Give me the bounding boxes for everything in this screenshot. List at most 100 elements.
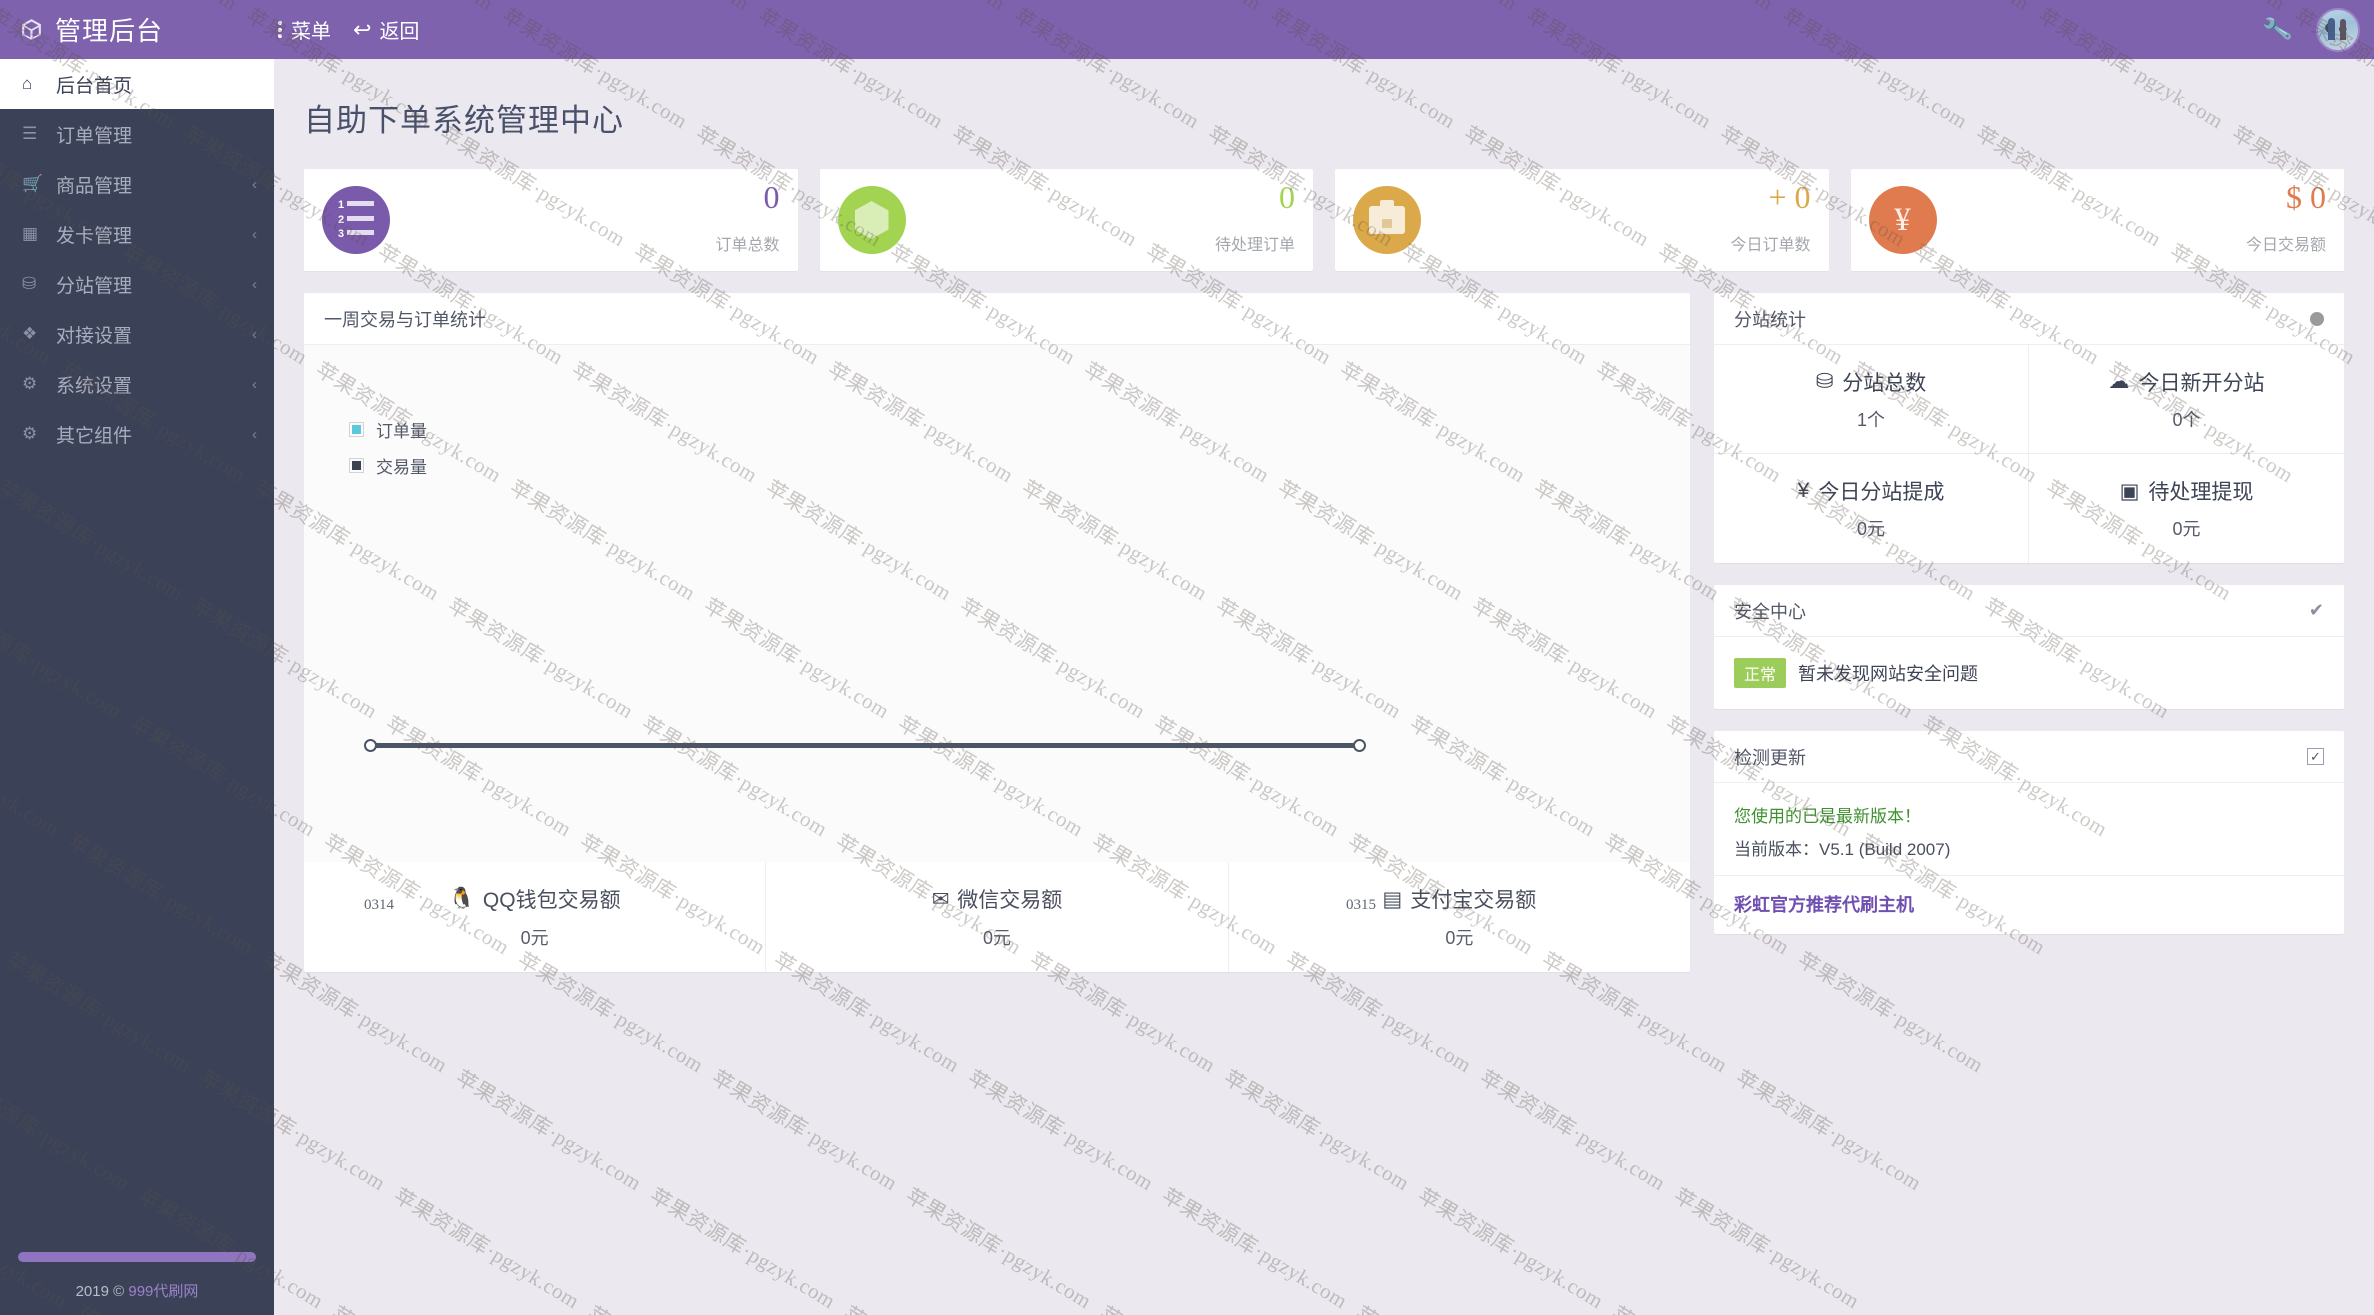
sidebar-item-7[interactable]: ⚙ 其它组件 ‹: [0, 409, 274, 459]
sidebar-item-label: 对接设置: [56, 325, 133, 347]
security-panel-header: 安全中心 ✔: [1714, 585, 2344, 637]
copyright-link[interactable]: 999代刷网: [128, 1283, 198, 1300]
sidebar-item-label: 其它组件: [56, 425, 133, 447]
chart-xtick: 0314: [364, 897, 394, 913]
menu-toggle[interactable]: 菜单: [278, 15, 331, 44]
payment-value: 0元: [1445, 928, 1474, 948]
sidebar-item-0[interactable]: ⌂ 后台首页: [0, 59, 274, 109]
weekly-chart[interactable]: 订单量 交易量 0314 0315: [304, 345, 1690, 913]
briefcase-icon: [1353, 186, 1421, 254]
chart-point[interactable]: [364, 739, 377, 752]
chart-series-line: [370, 743, 1360, 748]
update-status: 您使用的已是最新版本！: [1734, 807, 1921, 826]
page-title: 自助下单系统管理中心: [304, 103, 624, 138]
chart-panel-title: 一周交易与订单统计: [324, 309, 486, 330]
sidebar-item-label: 分站管理: [56, 275, 133, 297]
sidebar-progress-bar: [18, 1252, 256, 1262]
app-logo[interactable]: 管理后台: [0, 0, 274, 59]
substation-panel: 分站统计 ⛁ 分站总数 1个 ☁ 今日新开分站 0个 ¥ 今日分站提成 0元 ▣ 待处理提现 0元: [1714, 293, 2344, 563]
security-panel-body: 正常 暂未发现网站安全问题: [1714, 637, 2344, 709]
gears-icon: ⚙: [22, 424, 38, 443]
substation-label: 今日分站提成: [1818, 481, 1945, 504]
stat-card-0[interactable]: 1 2 3 0 订单总数: [304, 169, 798, 271]
right-column: 分站统计 ⛁ 分站总数 1个 ☁ 今日新开分站 0个 ¥ 今日分站提成 0元 ▣ 待处理提现 0元 安…: [1714, 293, 2344, 934]
update-panel-header: 检测更新 ✓: [1714, 731, 2344, 783]
chevron-left-icon: ‹: [252, 375, 257, 393]
chart-point[interactable]: [1353, 739, 1366, 752]
cube-icon: [19, 17, 44, 42]
back-button[interactable]: ↩ 返回: [353, 15, 419, 44]
stat-card-2[interactable]: + 0 今日订单数: [1335, 169, 1829, 271]
sidebar-item-label: 系统设置: [56, 375, 133, 397]
substation-cell-2: ¥ 今日分站提成 0元: [1714, 454, 2029, 563]
update-panel-title: 检测更新: [1734, 747, 1806, 768]
sidebar-item-5[interactable]: ❖ 对接设置 ‹: [0, 309, 274, 359]
avatar[interactable]: [2316, 7, 2360, 52]
security-message: 暂未发现网站安全问题: [1798, 664, 1979, 684]
chevron-left-icon: ‹: [252, 275, 257, 293]
stat-value: $ 0: [2286, 179, 2326, 215]
ordered-list-icon: 123: [322, 186, 390, 254]
stat-label: 待处理订单: [1214, 236, 1295, 254]
sidebar-item-1[interactable]: ☰ 订单管理: [0, 109, 274, 159]
payment-label: 微信交易额: [957, 889, 1063, 912]
chevron-left-icon: ‹: [252, 325, 257, 343]
substation-value: 0个: [2172, 409, 2201, 430]
alipay-icon: ▤: [1382, 887, 1403, 911]
top-bar: 管理后台 菜单 ↩ 返回 🔧: [0, 0, 2374, 59]
stat-card-1[interactable]: 0 待处理订单: [819, 169, 1313, 271]
sitemap-icon: ⛁: [1815, 370, 1834, 393]
wechat-icon: ✉: [931, 887, 950, 911]
wrench-icon[interactable]: 🔧: [2261, 14, 2294, 46]
main-content: 自助下单系统管理中心 1 2 3 0 订单总数 0 待处理订单 + 0 今日订单数 ¥ $ 0 今日交…: [274, 59, 2374, 1315]
payment-stat-2: ▤ 支付宝交易额 0元: [1229, 862, 1690, 972]
chart-plot-area: 0314 0315: [332, 345, 1668, 913]
sidebar-menu: ⌂ 后台首页 ☰ 订单管理 🛒 商品管理 ‹ ▦ 发卡管理 ‹ ⛁ 分站管理 ‹ ❖ 对接设置 ‹ ⚙ 系统设置 ‹…: [0, 59, 274, 459]
check-icon[interactable]: ✔: [2309, 600, 2324, 621]
sidebar-item-2[interactable]: 🛒 商品管理 ‹: [0, 159, 274, 209]
home-icon: ⌂: [22, 74, 33, 93]
sidebar-item-label: 商品管理: [56, 175, 133, 197]
cart-icon: 🛒: [22, 174, 44, 193]
checkbox-icon[interactable]: ✓: [2307, 748, 2324, 765]
sidebar-footer: 2019 © 999代刷网: [0, 1252, 274, 1315]
stat-label: 订单总数: [715, 236, 780, 254]
stat-card-3[interactable]: ¥ $ 0 今日交易额: [1850, 169, 2344, 271]
substation-cell-0: ⛁ 分站总数 1个: [1714, 345, 2029, 454]
update-panel-body: 您使用的已是最新版本！ 当前版本：V5.1 (Build 2007): [1714, 783, 2344, 875]
payment-label: 支付宝交易额: [1410, 889, 1537, 912]
update-link-row: 彩虹官方推荐代刷主机: [1714, 875, 2344, 934]
money-bill-icon: ▣: [2119, 479, 2140, 503]
stat-label: 今日交易额: [2245, 236, 2326, 254]
gear-icon: ⚙: [22, 374, 38, 393]
app-title: 管理后台: [55, 16, 164, 46]
recommended-host-link[interactable]: 彩虹官方推荐代刷主机: [1734, 895, 1914, 915]
sidebar-item-label: 订单管理: [56, 125, 133, 147]
box-icon: [837, 186, 906, 254]
sitemap-icon: ⛁: [22, 274, 37, 293]
chart-xtick: 0315: [1346, 897, 1376, 913]
chevron-left-icon: ‹: [252, 225, 257, 243]
sidebar-item-4[interactable]: ⛁ 分站管理 ‹: [0, 259, 274, 309]
payment-stats-row: 🐧 QQ钱包交易额 0元 ✉ 微信交易额 0元 ▤ 支付宝交易额 0元: [304, 862, 1690, 972]
sidebar-item-6[interactable]: ⚙ 系统设置 ‹: [0, 359, 274, 409]
sidebar-item-3[interactable]: ▦ 发卡管理 ‹: [0, 209, 274, 259]
chevron-left-icon: ‹: [252, 425, 257, 443]
substation-panel-title: 分站统计: [1734, 309, 1806, 330]
payment-stat-0: 🐧 QQ钱包交易额 0元: [304, 862, 767, 972]
menu-label: 菜单: [291, 21, 331, 43]
substation-value: 1个: [1856, 409, 1885, 430]
dashboard-body: 一周交易与订单统计 订单量 交易量 0314 0315 🐧 QQ钱包交易额 0元 ✉ 微信…: [274, 271, 2374, 972]
update-version: 当前版本：V5.1 (Build 2007): [1734, 840, 1951, 859]
substation-cell-3: ▣ 待处理提现 0元: [2029, 454, 2344, 563]
payment-value: 0元: [982, 928, 1011, 948]
sidebar-item-label: 后台首页: [56, 75, 133, 97]
circle-dot-icon[interactable]: [2310, 311, 2324, 326]
yen-icon: ¥: [1797, 479, 1810, 502]
sidebar-item-label: 发卡管理: [56, 225, 133, 247]
substation-label: 分站总数: [1842, 371, 1927, 395]
substation-stats-grid: ⛁ 分站总数 1个 ☁ 今日新开分站 0个 ¥ 今日分站提成 0元 ▣ 待处理提现 0元: [1714, 345, 2344, 563]
cloud-icon: ☁: [2108, 370, 2130, 393]
list-icon: ☰: [22, 124, 38, 143]
payment-value: 0元: [520, 928, 549, 948]
